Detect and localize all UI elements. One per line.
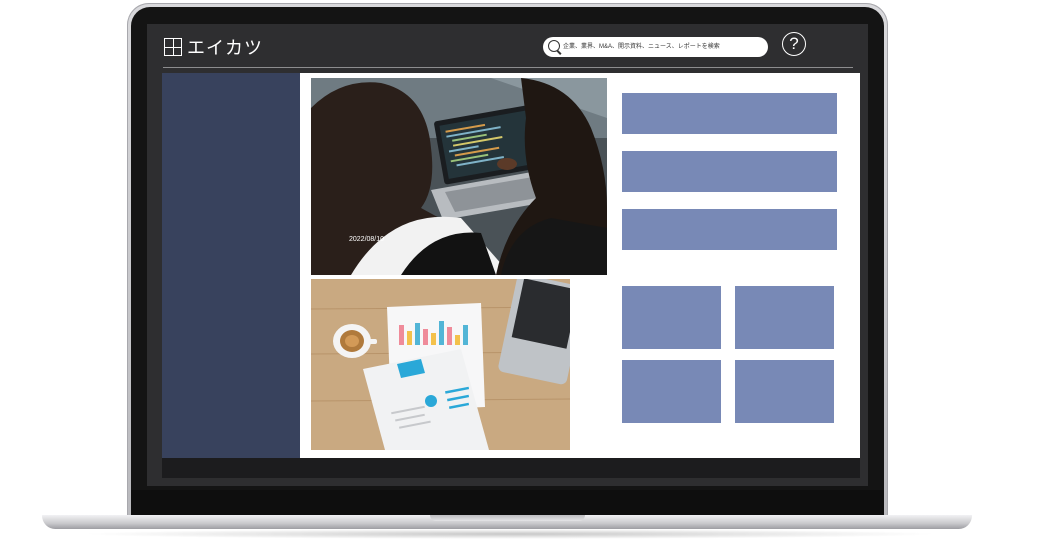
app-header: エイカツ ?	[147, 24, 868, 68]
placeholder-block[interactable]	[622, 209, 837, 250]
laptop-shadow	[80, 529, 940, 539]
help-button[interactable]: ?	[782, 32, 806, 56]
laptop-bezel-bottom	[131, 490, 884, 515]
sidebar	[162, 73, 315, 458]
app-screen: エイカツ ?	[147, 24, 868, 486]
search-input[interactable]	[563, 37, 763, 57]
placeholder-tile[interactable]	[622, 360, 721, 423]
placeholder-tile[interactable]	[622, 286, 721, 349]
placeholder-tile[interactable]	[735, 286, 834, 349]
placeholder-tile[interactable]	[735, 360, 834, 423]
search-bar[interactable]	[543, 37, 768, 57]
app-title[interactable]: エイカツ	[187, 34, 263, 60]
laptop-coding-photo	[311, 78, 607, 275]
main-content: 2022/08/10	[300, 73, 860, 458]
placeholder-block[interactable]	[622, 151, 837, 192]
news-photo[interactable]: 2022/08/10	[311, 78, 607, 275]
header-divider	[163, 67, 853, 68]
placeholder-block[interactable]	[622, 93, 837, 134]
report-photo[interactable]	[311, 279, 570, 450]
search-icon[interactable]	[548, 40, 560, 52]
grid-logo-icon	[164, 38, 182, 56]
laptop-notch	[430, 515, 585, 521]
news-date: 2022/08/10	[349, 236, 385, 243]
desk-report-photo	[311, 279, 570, 450]
footer-bar	[162, 458, 860, 478]
